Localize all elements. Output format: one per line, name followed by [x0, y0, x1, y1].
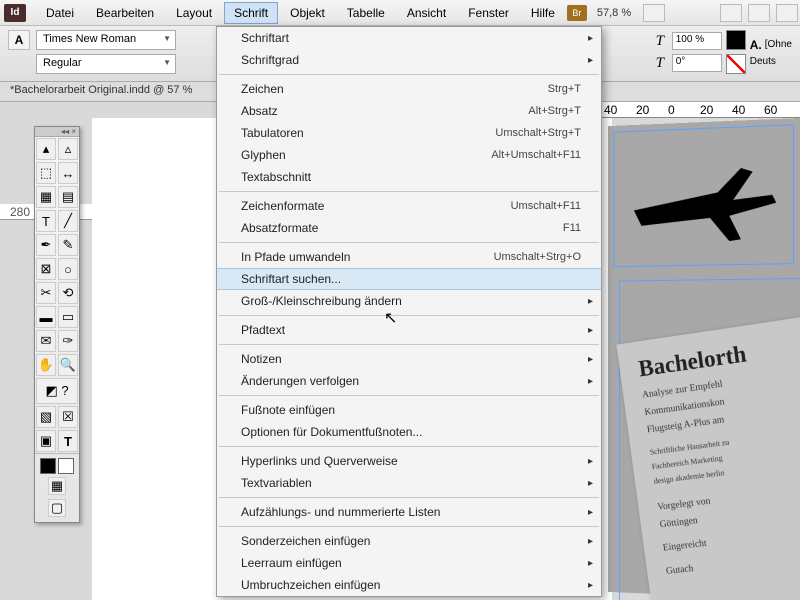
- gap-tool[interactable]: ↔: [58, 162, 78, 184]
- default-stroke-icon[interactable]: [58, 458, 74, 474]
- ruler-tick: 40: [732, 103, 745, 117]
- content-place-tool[interactable]: ▤: [58, 186, 78, 208]
- menu-item[interactable]: Optionen für Dokumentfußnoten...: [217, 421, 601, 443]
- menu-item[interactable]: Textabschnitt: [217, 166, 601, 188]
- gradient-swatch-tool[interactable]: ▬: [36, 306, 56, 328]
- menu-schrift[interactable]: Schrift: [224, 2, 278, 24]
- menu-item[interactable]: ZeichenStrg+T: [217, 78, 601, 100]
- zoom-tool[interactable]: 🔍: [58, 354, 78, 376]
- view-mode-normal[interactable]: ▦: [48, 477, 66, 495]
- menu-item[interactable]: Schriftgrad: [217, 49, 601, 71]
- cursor-icon: [384, 308, 397, 328]
- font-family-select[interactable]: Times New Roman: [36, 30, 176, 50]
- ruler-tick: 20: [636, 103, 649, 117]
- apply-none[interactable]: ☒: [58, 406, 78, 428]
- menubar: Id Datei Bearbeiten Layout Schrift Objek…: [0, 0, 800, 26]
- content-tool[interactable]: ▦: [36, 186, 56, 208]
- menu-fenster[interactable]: Fenster: [458, 2, 519, 24]
- eyedropper-tool[interactable]: ✑: [58, 330, 78, 352]
- selection-tool[interactable]: ▴: [36, 138, 56, 160]
- ruler-tick: 40: [604, 103, 617, 117]
- menu-ansicht[interactable]: Ansicht: [397, 2, 456, 24]
- menu-item[interactable]: AbsatzformateF11: [217, 217, 601, 239]
- menu-item[interactable]: Schriftart: [217, 27, 601, 49]
- menu-item[interactable]: TabulatorenUmschalt+Strg+T: [217, 122, 601, 144]
- lang-label[interactable]: Deuts: [750, 56, 776, 67]
- menu-objekt[interactable]: Objekt: [280, 2, 335, 24]
- menu-layout[interactable]: Layout: [166, 2, 222, 24]
- document-page: 40 20 0 20 40 60 Bachelorth Analyse zur …: [600, 102, 800, 600]
- page-tool[interactable]: ⬚: [36, 162, 56, 184]
- ruler-tick: 280: [10, 205, 30, 219]
- app-logo-icon: Id: [4, 4, 26, 22]
- character-format-icon[interactable]: A: [8, 30, 30, 50]
- ruler-right: 40 20 0 20 40 60: [600, 102, 800, 118]
- scale-icon: T: [651, 32, 669, 50]
- font-style-select[interactable]: Regular: [36, 54, 176, 74]
- shear-icon: T: [651, 54, 669, 72]
- format-container[interactable]: ▣: [36, 430, 56, 452]
- view-mode-preview[interactable]: ▢: [48, 499, 66, 517]
- menu-item[interactable]: Aufzählungs- und nummerierte Listen: [217, 501, 601, 523]
- menu-item[interactable]: Umbruchzeichen einfügen: [217, 574, 601, 596]
- fill-stroke-toggle[interactable]: ◩ ?: [36, 378, 78, 404]
- menu-item[interactable]: Fußnote einfügen: [217, 399, 601, 421]
- airplane-graphic: [626, 149, 780, 252]
- line-tool[interactable]: ╱: [58, 210, 78, 232]
- ruler-tick: 60: [764, 103, 777, 117]
- ruler-tick: 0: [668, 103, 675, 117]
- scale-input[interactable]: 100 %: [672, 32, 722, 50]
- rotate-input[interactable]: 0°: [672, 54, 722, 72]
- menu-bearbeiten[interactable]: Bearbeiten: [86, 2, 164, 24]
- menu-item[interactable]: Änderungen verfolgen: [217, 370, 601, 392]
- menu-item[interactable]: Hyperlinks und Querverweise: [217, 450, 601, 472]
- pencil-tool[interactable]: ✎: [58, 234, 78, 256]
- rectangle-frame-tool[interactable]: ⊠: [36, 258, 56, 280]
- menu-item[interactable]: Schriftart suchen...: [217, 268, 601, 290]
- pen-tool[interactable]: ✒: [36, 234, 56, 256]
- menu-item[interactable]: Notizen: [217, 348, 601, 370]
- scissors-tool[interactable]: ✂: [36, 282, 56, 304]
- default-fill-icon[interactable]: [40, 458, 56, 474]
- ellipse-tool[interactable]: ○: [58, 258, 78, 280]
- screen-mode-icon[interactable]: [643, 4, 665, 22]
- format-text[interactable]: T: [58, 430, 78, 452]
- ruler-tick: 20: [700, 103, 713, 117]
- bridge-icon[interactable]: Br: [567, 5, 587, 21]
- menu-item[interactable]: GlyphenAlt+Umschalt+F11: [217, 144, 601, 166]
- fill-swatch[interactable]: [726, 30, 746, 50]
- apply-color[interactable]: ▧: [36, 406, 56, 428]
- zoom-level[interactable]: 57,8 %: [597, 7, 631, 19]
- menu-item[interactable]: Textvariablen: [217, 472, 601, 494]
- menu-hilfe[interactable]: Hilfe: [521, 2, 565, 24]
- panel-collapse[interactable]: ◂◂ ×: [35, 127, 79, 137]
- arrange-icon[interactable]: [720, 4, 742, 22]
- stroke-swatch[interactable]: [726, 54, 746, 74]
- note-tool[interactable]: ✉: [36, 330, 56, 352]
- menu-tabelle[interactable]: Tabelle: [337, 2, 395, 24]
- menu-item[interactable]: Pfadtext: [217, 319, 601, 341]
- menu-item[interactable]: In Pfade umwandelnUmschalt+Strg+O: [217, 246, 601, 268]
- menu-item[interactable]: Groß-/Kleinschreibung ändern: [217, 290, 601, 312]
- tools-panel: ◂◂ × ▴ ▵ ⬚ ↔ ▦ ▤ T ╱ ✒ ✎ ⊠ ○ ✂ ⟲ ▬ ▭ ✉ ✑…: [34, 126, 80, 523]
- menu-item[interactable]: ZeichenformateUmschalt+F11: [217, 195, 601, 217]
- menu-item[interactable]: Leerraum einfügen: [217, 552, 601, 574]
- menu-item[interactable]: AbsatzAlt+Strg+T: [217, 100, 601, 122]
- menu-datei[interactable]: Datei: [36, 2, 84, 24]
- type-tool[interactable]: T: [36, 210, 56, 232]
- workspace-icon[interactable]: [776, 4, 798, 22]
- char-style-label[interactable]: [Ohne: [765, 39, 792, 50]
- menu-item[interactable]: Sonderzeichen einfügen: [217, 530, 601, 552]
- gradient-feather-tool[interactable]: ▭: [58, 306, 78, 328]
- schrift-menu-dropdown: SchriftartSchriftgradZeichenStrg+TAbsatz…: [216, 26, 602, 597]
- direct-selection-tool[interactable]: ▵: [58, 138, 78, 160]
- view-options-icon[interactable]: [748, 4, 770, 22]
- transform-tool[interactable]: ⟲: [58, 282, 78, 304]
- hand-tool[interactable]: ✋: [36, 354, 56, 376]
